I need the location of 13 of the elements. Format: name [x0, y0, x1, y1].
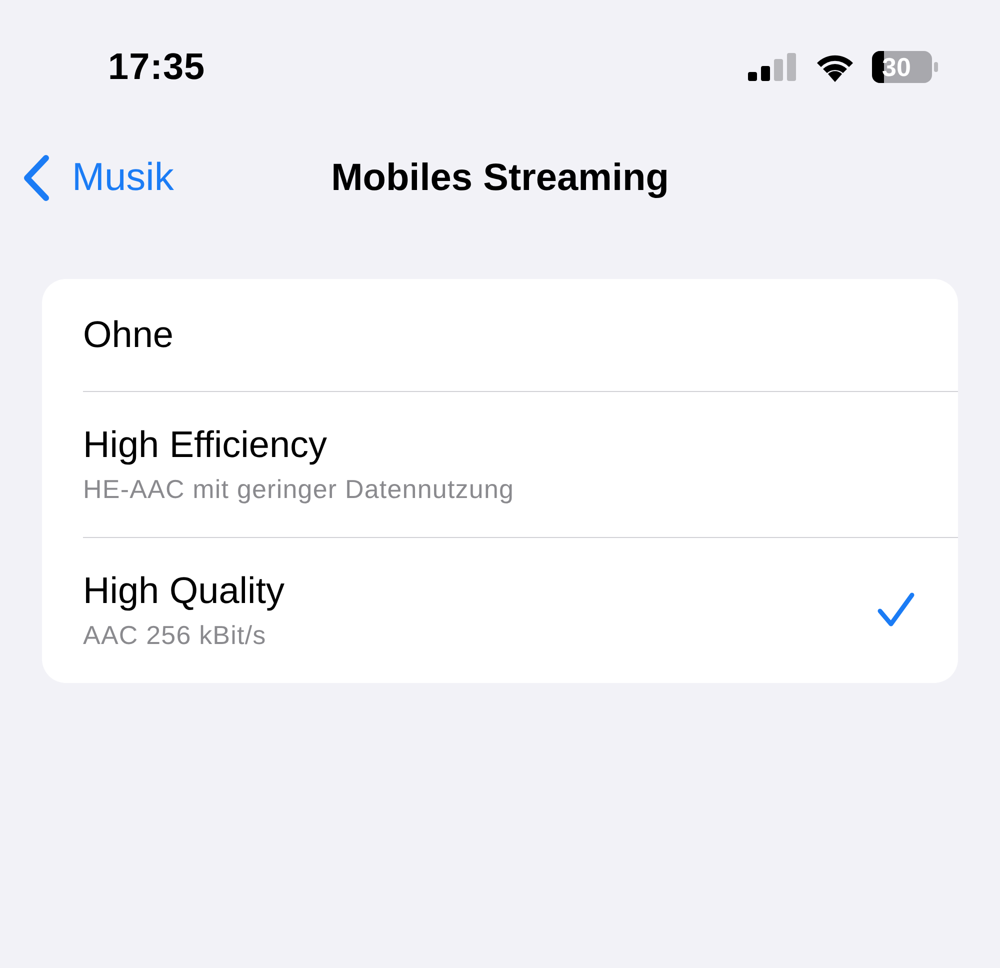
chevron-left-icon [22, 155, 52, 201]
option-row[interactable]: High Quality AAC 256 kBit/s [42, 537, 958, 683]
back-button[interactable]: Musik [22, 134, 174, 222]
option-label: Ohne [83, 314, 174, 356]
status-time: 17:35 [108, 46, 206, 88]
option-detail: AAC 256 kBit/s [83, 620, 268, 650]
option-label: High Quality [83, 570, 285, 612]
signal-icon [748, 53, 798, 81]
option-row[interactable]: Ohne [42, 279, 958, 391]
option-detail: HE-AAC mit geringer Datennutzung [83, 474, 514, 504]
option-row[interactable]: High Efficiency HE-AAC mit geringer Datennutzung [42, 391, 958, 537]
page-title: Mobiles Streaming [331, 156, 669, 200]
option-label: High Efficiency [83, 424, 328, 466]
